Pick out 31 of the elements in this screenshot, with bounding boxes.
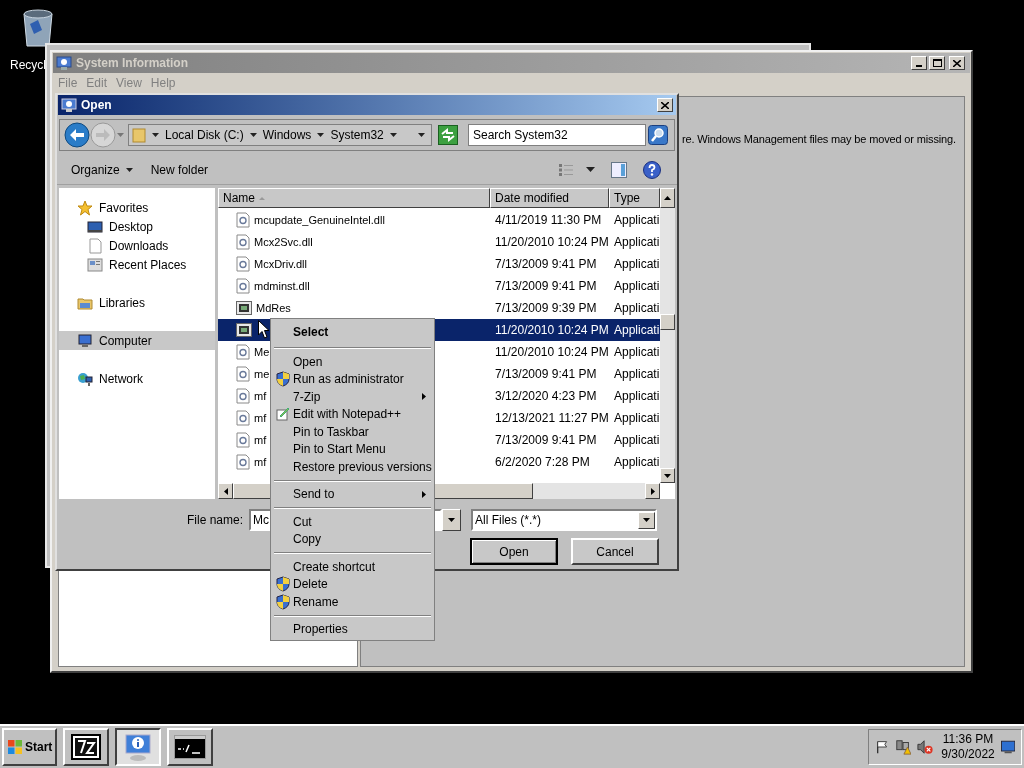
date-cell: 11/20/2010 10:24 PM xyxy=(490,319,609,341)
clock-time: 11:36 PM xyxy=(942,732,994,747)
type-cell-text: Applicati xyxy=(613,432,660,449)
type-cell-text: Applicati xyxy=(613,256,660,273)
type-cell-text: Applicati xyxy=(613,212,660,229)
date-cell-text: 7/13/2009 9:39 PM xyxy=(494,300,598,317)
field-label: File name: xyxy=(187,512,245,529)
date-cell-text: 7/13/2009 9:41 PM xyxy=(494,366,598,383)
error-message: re. Windows Management files may be moved or missing. xyxy=(682,132,957,147)
type-cell-text: Applicati xyxy=(613,454,660,471)
date-cell-text: 4/11/2019 11:30 PM xyxy=(494,212,603,229)
date-cell-text: 7/13/2009 9:41 PM xyxy=(494,256,598,273)
type-cell-text: Applicati xyxy=(613,234,660,251)
date-cell-text: 11/20/2010 10:24 PM xyxy=(494,344,609,361)
date-cell-text: 11/20/2010 10:24 PM xyxy=(494,234,609,251)
type-cell-text: Applicati xyxy=(613,410,660,427)
date-cell-text: 12/13/2021 11:27 PM xyxy=(494,410,609,427)
date-cell-text: 7/13/2009 9:41 PM xyxy=(494,278,598,295)
date-cell-text: 3/12/2020 4:23 PM xyxy=(494,388,598,405)
type-cell-text: Applicati xyxy=(613,278,660,295)
dialog-title: Open xyxy=(81,97,113,114)
date-cell-text: 7/13/2009 9:41 PM xyxy=(494,432,598,449)
type-cell: Applicati xyxy=(609,319,660,341)
type-cell-text: Applicati xyxy=(613,300,660,317)
type-cell-text: Applicati xyxy=(613,388,660,405)
clock-date: 9/30/2022 xyxy=(941,747,995,762)
type-cell-text: Applicati xyxy=(613,344,660,361)
window-title: System Information xyxy=(76,55,190,72)
date-cell-text: 6/2/2020 7:28 PM xyxy=(494,454,591,471)
desktop-icon-label: Recycl xyxy=(10,58,46,72)
type-cell-text: Applicati xyxy=(613,366,660,383)
